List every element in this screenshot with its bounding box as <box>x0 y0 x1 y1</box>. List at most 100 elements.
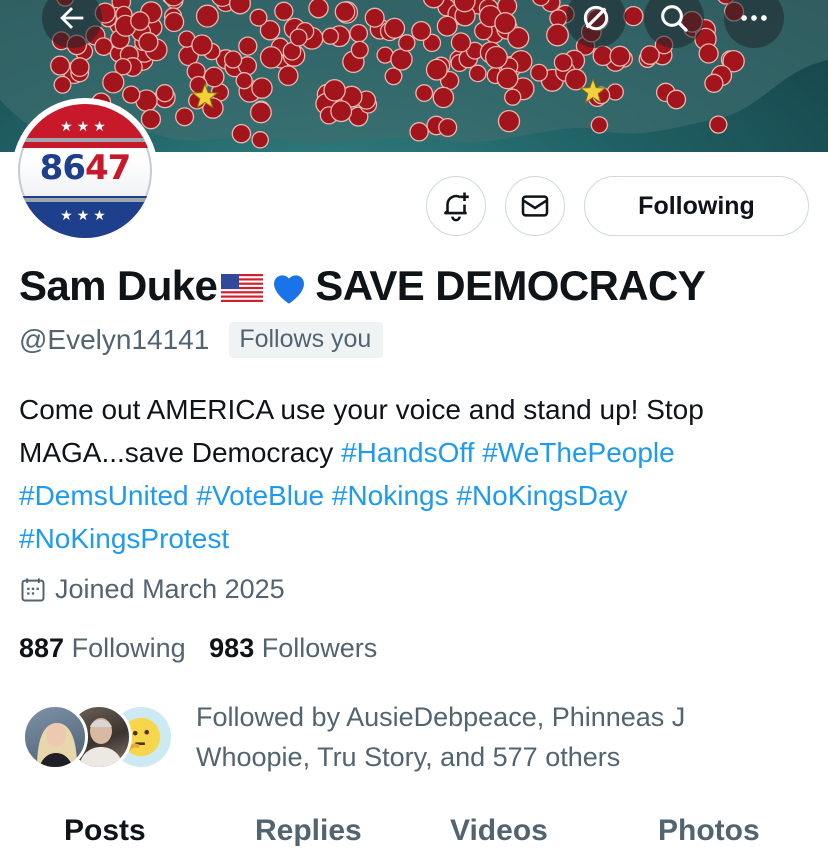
banner-dot <box>138 32 159 53</box>
tab-posts[interactable]: Posts <box>64 814 146 848</box>
banner-dot <box>384 67 403 86</box>
display-name: Sam Duke SAVE DEMOCRACY <box>19 262 706 310</box>
banner-dot <box>277 65 299 87</box>
search-icon <box>661 5 688 32</box>
banner-dot <box>350 40 369 59</box>
banner-dot <box>496 67 519 90</box>
banner-dot <box>274 1 294 21</box>
banner-dot <box>330 100 353 123</box>
follower-avatar-1[interactable] <box>22 704 88 770</box>
following-count-link[interactable]: 887 Following <box>19 633 186 663</box>
banner-dot <box>398 34 416 52</box>
banner-dot <box>251 131 269 149</box>
banner-dot <box>251 77 273 99</box>
banner-dot <box>191 34 213 56</box>
avatar-text: 8647 <box>39 148 132 188</box>
joined-text: Joined March 2025 <box>55 574 285 604</box>
hashtag-link[interactable]: #DemsUnited <box>19 480 189 511</box>
grok-icon <box>583 5 609 31</box>
avatar[interactable]: ★★★ ★★★ 8647 <box>12 98 158 244</box>
notifications-button[interactable] <box>426 176 486 236</box>
banner-dot <box>623 5 644 27</box>
banner-dot <box>195 4 219 28</box>
message-button[interactable] <box>505 176 565 236</box>
hashtag-link[interactable]: #Nokings <box>332 480 449 511</box>
banner-dot <box>238 36 258 56</box>
followers-count: 983 <box>209 633 255 663</box>
banner-dot <box>69 57 90 78</box>
banner-dot <box>564 68 587 91</box>
banner-dot <box>308 0 329 19</box>
tab-photos[interactable]: Photos <box>658 814 760 848</box>
hashtag-link[interactable]: #VoteBlue <box>196 480 324 511</box>
banner-dot <box>390 48 413 71</box>
more-icon <box>741 15 767 21</box>
hashtag-link[interactable]: #WeThePeople <box>482 437 675 468</box>
message-envelope-icon <box>521 195 549 217</box>
followers-label: Followers <box>261 633 378 663</box>
banner-dot <box>415 84 434 103</box>
notification-bell-icon <box>444 192 469 222</box>
avatar-stars-top: ★★★ <box>60 118 110 134</box>
banner-dot <box>436 15 458 37</box>
blue-heart-emoji <box>274 275 305 304</box>
banner-dot <box>321 27 340 45</box>
banner-dot <box>102 71 125 94</box>
banner-dot <box>409 122 429 142</box>
banner-dot <box>175 107 195 127</box>
hashtag-link[interactable]: #HandsOff <box>341 437 474 468</box>
banner-dot <box>384 17 406 39</box>
tab-videos[interactable]: Videos <box>450 814 548 848</box>
tab-replies[interactable]: Replies <box>255 814 362 848</box>
followers-count-link[interactable]: 983 Followers <box>209 633 377 663</box>
banner-dot <box>94 37 113 56</box>
banner-dot <box>323 79 346 102</box>
banner-dot <box>497 109 521 133</box>
banner-dot <box>698 43 719 64</box>
display-name-text: Sam Duke <box>19 262 218 309</box>
banner-dot <box>53 75 72 94</box>
banner-dot <box>411 20 432 42</box>
banner-dot <box>289 28 308 47</box>
banner-dot <box>546 23 569 47</box>
banner-dot <box>223 50 243 69</box>
hashtag-link[interactable]: #NoKingsProtest <box>19 523 229 554</box>
banner-dot <box>484 45 508 69</box>
banner-dot <box>553 52 573 72</box>
banner-dot <box>530 63 548 82</box>
following-label: Following <box>71 633 186 663</box>
joined-date: Joined March 2025 <box>19 574 285 605</box>
back-arrow-icon <box>60 7 84 29</box>
follows-you-badge: Follows you <box>229 322 384 358</box>
banner-dot <box>50 55 71 76</box>
banner-dot <box>609 45 631 67</box>
calendar-icon <box>21 577 45 601</box>
banner-dot <box>249 8 268 27</box>
banner-dot <box>432 86 455 109</box>
banner-dot <box>709 115 728 134</box>
banner-dot <box>425 58 448 81</box>
avatar-button-image: ★★★ ★★★ 8647 <box>18 104 152 238</box>
banner-dot <box>334 1 356 23</box>
banner-dot <box>666 89 687 110</box>
profile-tabs: Posts Replies Videos Photos <box>0 808 828 858</box>
banner-dot <box>163 11 185 33</box>
banner-dot <box>590 116 609 134</box>
banner-dot <box>704 73 724 93</box>
banner-dot <box>231 123 252 144</box>
banner-dot <box>155 84 174 103</box>
bio: Come out AMERICA use your voice and stan… <box>19 388 809 560</box>
banner-dot <box>640 45 660 65</box>
avatar-stars-bottom: ★★★ <box>60 207 110 223</box>
banner-dot <box>349 23 369 43</box>
banner-dot <box>468 64 487 83</box>
following-button[interactable]: Following <box>584 176 809 236</box>
handle-row: @Evelyn14141 Follows you <box>19 322 384 358</box>
followed-by-text[interactable]: Followed by AusieDebpeace, Phinneas J Wh… <box>196 697 756 777</box>
banner-dot <box>364 7 385 28</box>
hashtag-link[interactable]: #NoKingsDay <box>456 480 627 511</box>
banner-dot <box>249 101 272 124</box>
banner-dot <box>438 117 458 138</box>
follow-counts: 887 Following 983 Followers <box>19 633 377 664</box>
banner-dot <box>130 11 150 31</box>
